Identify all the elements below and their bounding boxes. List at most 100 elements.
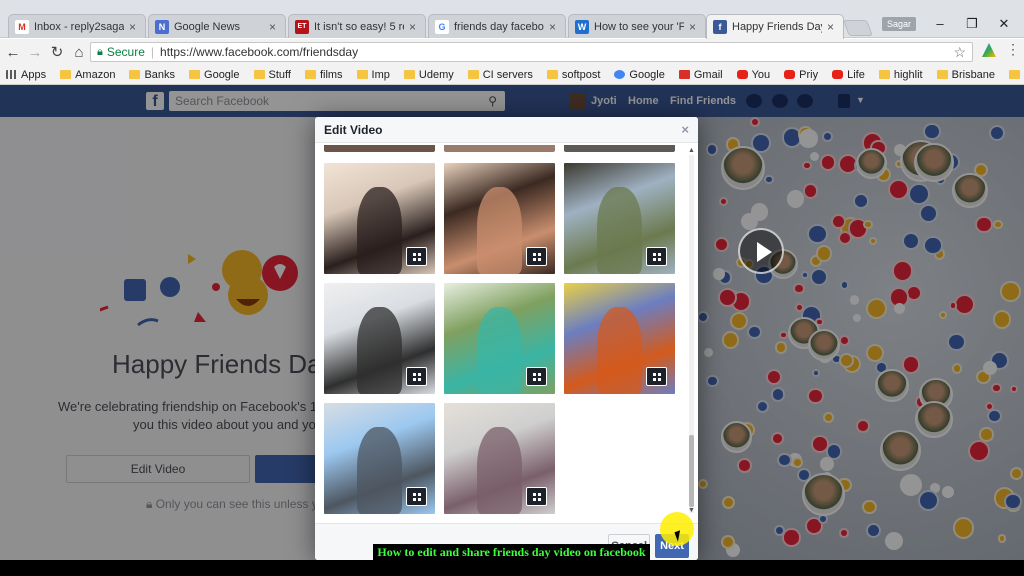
bookmark-item[interactable]: highlit <box>878 69 923 81</box>
folder-icon <box>1009 70 1021 79</box>
tab-et-article[interactable]: ET It isn't so easy! 5 reaso × <box>288 14 426 38</box>
grid-select-icon[interactable] <box>526 367 547 386</box>
apps-icon <box>6 70 17 79</box>
bookmark-item[interactable]: Others <box>1009 69 1024 81</box>
play-icon[interactable] <box>738 228 784 274</box>
dialog-header: Edit Video × <box>315 117 698 143</box>
bookmark-label: Amazon <box>75 68 116 81</box>
bookmark-item[interactable]: Google <box>614 69 665 81</box>
address-bar[interactable]: 🔒︎ Secure | https://www.facebook.com/fri… <box>90 42 973 62</box>
bookmark-item[interactable]: Imp <box>356 68 390 81</box>
secure-label: Secure <box>106 45 145 59</box>
lock-icon: 🔒︎ <box>97 45 103 58</box>
close-icon[interactable]: × <box>689 20 699 34</box>
grid-select-icon[interactable] <box>406 487 427 506</box>
folder-icon <box>189 70 201 79</box>
close-icon[interactable]: × <box>827 20 837 34</box>
close-icon[interactable]: × <box>129 20 139 34</box>
photo-tile-partial[interactable] <box>444 145 555 152</box>
google-icon: G <box>435 19 449 34</box>
bookmark-label: Brisbane <box>951 68 996 81</box>
dialog-title: Edit Video <box>324 123 383 137</box>
bookmarks-bar: Apps Amazon Banks Google Stuff films Imp Udemy C… <box>0 65 1024 85</box>
tab-how-to-see[interactable]: W How to see your 'Frienc × <box>568 14 706 38</box>
bookmark-item[interactable]: Google <box>189 69 240 81</box>
folder-icon <box>60 70 72 79</box>
youtube-icon <box>736 70 748 79</box>
reload-icon[interactable]: ↻ <box>46 43 68 61</box>
photo-grid <box>324 145 686 517</box>
photo-subject <box>357 307 402 394</box>
et-icon: ET <box>295 19 309 34</box>
bookmark-item[interactable]: Udemy <box>403 69 454 81</box>
photo-tile-woman-in-garden[interactable] <box>444 283 555 394</box>
screen: M Inbox - reply2sagar@g × N Google News … <box>0 0 1024 560</box>
video-letterbox <box>0 560 1024 576</box>
close-icon[interactable]: × <box>409 20 419 34</box>
bookmark-item[interactable]: Gmail <box>678 69 723 81</box>
bookmark-label: Life <box>847 68 865 81</box>
bookmark-item[interactable]: Banks <box>129 69 175 81</box>
photo-tile-man-on-sofa[interactable] <box>324 283 435 394</box>
photo-tile-partial[interactable] <box>564 145 675 152</box>
bookmark-item[interactable]: CI servers <box>467 69 533 81</box>
photo-subject <box>597 307 642 394</box>
bookmark-label: Imp <box>371 68 390 81</box>
browser-tab-strip: M Inbox - reply2sagar@g × N Google News … <box>0 0 1024 39</box>
tab-gmail[interactable]: M Inbox - reply2sagar@g × <box>8 14 146 38</box>
grid-select-icon[interactable] <box>526 247 547 266</box>
drive-icon[interactable] <box>982 43 996 57</box>
video-caption: How to edit and share friends day video … <box>373 544 650 560</box>
grid-select-icon[interactable] <box>526 487 547 506</box>
url-text[interactable]: https://www.facebook.com/friendsday <box>160 45 358 59</box>
photo-subject <box>477 187 522 274</box>
grid-select-icon[interactable] <box>646 367 667 386</box>
bookmark-item[interactable]: softpost <box>546 69 600 81</box>
bookmark-item[interactable]: Stuff <box>253 68 291 81</box>
bookmark-label: films <box>319 68 343 81</box>
restore-icon[interactable]: ❐ <box>962 17 982 31</box>
star-icon[interactable]: ☆ <box>953 44 966 61</box>
photo-tile-woman-portrait[interactable] <box>444 163 555 274</box>
profile-badge[interactable]: Sagar <box>882 17 916 31</box>
tab-happy-friends-day[interactable]: f Happy Friends Day! × <box>706 14 844 39</box>
close-icon[interactable]: × <box>549 20 559 34</box>
facebook-icon: f <box>713 20 727 34</box>
bookmark-item[interactable]: Apps <box>6 69 46 81</box>
grid-select-icon[interactable] <box>406 367 427 386</box>
photo-tile-couple-gift[interactable] <box>564 283 675 394</box>
grid-select-icon[interactable] <box>646 247 667 266</box>
back-icon[interactable]: ← <box>2 44 24 61</box>
new-tab-button[interactable] <box>843 20 873 36</box>
minimize-icon[interactable]: – <box>930 17 950 31</box>
folder-icon <box>936 70 948 79</box>
scroll-up-icon[interactable]: ▲ <box>688 147 695 154</box>
tab-google-news[interactable]: N Google News × <box>148 14 286 38</box>
photo-tile-man-reclining[interactable] <box>444 403 555 514</box>
bookmark-item[interactable]: Priy <box>784 69 818 81</box>
close-icon[interactable]: × <box>269 20 279 34</box>
forward-icon[interactable]: → <box>24 44 46 61</box>
photo-tile-man-landscape[interactable] <box>564 163 675 274</box>
bookmark-label: You <box>751 68 771 81</box>
photo-tile-couple-selfie[interactable] <box>324 163 435 274</box>
menu-icon[interactable]: ⋮ <box>1006 41 1020 58</box>
scroll-down-icon[interactable]: ▼ <box>688 507 695 514</box>
bookmark-item[interactable]: You <box>736 68 771 81</box>
grid-select-icon[interactable] <box>406 247 427 266</box>
photo-tile-statue-monument[interactable] <box>324 403 435 514</box>
home-icon[interactable]: ⌂ <box>68 44 90 61</box>
bookmark-item[interactable]: Brisbane <box>936 68 996 81</box>
photo-subject <box>477 427 522 514</box>
bookmark-label: Stuff <box>268 68 291 81</box>
scrollbar[interactable]: ▲ ▼ <box>688 147 695 517</box>
close-icon[interactable]: × <box>681 122 689 137</box>
bookmark-item[interactable]: Amazon <box>60 69 115 81</box>
photo-tile-partial[interactable] <box>324 145 435 152</box>
bookmark-item[interactable]: Life <box>832 69 865 81</box>
bookmark-item[interactable]: films <box>304 68 343 81</box>
tab-google-search[interactable]: G friends day facebook c × <box>428 14 566 38</box>
tab-title: Inbox - reply2sagar@g <box>34 20 124 33</box>
scroll-thumb[interactable] <box>689 435 694 507</box>
close-window-icon[interactable]: ✕ <box>994 17 1014 31</box>
